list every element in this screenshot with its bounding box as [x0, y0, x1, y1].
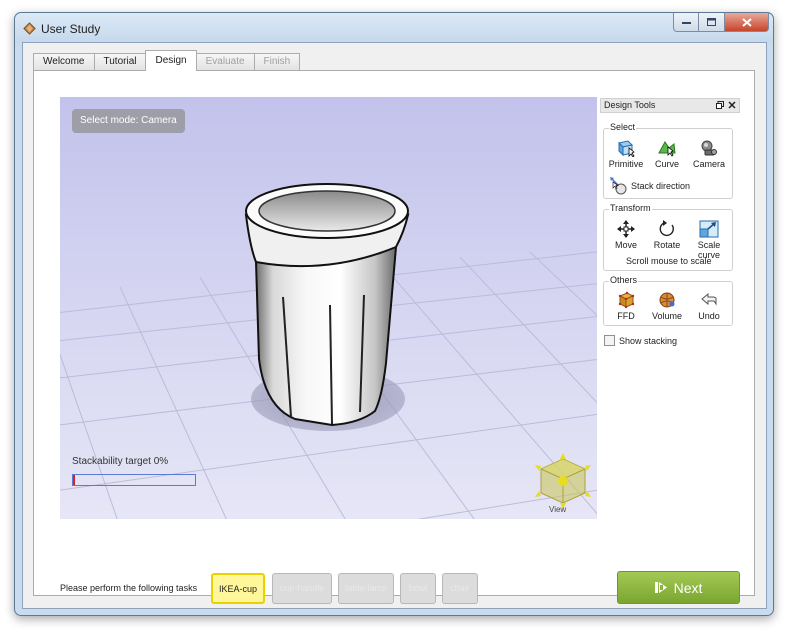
scale-curve-tool-button[interactable]: Scale curve — [687, 220, 731, 260]
float-icon[interactable] — [716, 101, 724, 110]
scroll-to-scale-hint: Scroll mouse to scale — [626, 256, 712, 266]
close-icon — [741, 17, 752, 27]
maximize-button[interactable] — [699, 13, 725, 32]
undo-icon — [701, 292, 717, 306]
curve-label: Curve — [654, 159, 679, 169]
ffd-icon — [618, 291, 635, 309]
move-label: Move — [614, 240, 637, 250]
design-tools-panel: Design Tools Select Primitive Curve Came… — [600, 98, 740, 358]
tab-welcome[interactable]: Welcome — [33, 53, 95, 70]
tab-tutorial[interactable]: Tutorial — [93, 53, 147, 70]
stackability-progress-fill — [73, 475, 75, 485]
design-tools-header: Design Tools — [600, 98, 740, 113]
minimize-button[interactable] — [673, 13, 699, 32]
show-stacking-checkbox[interactable] — [604, 335, 615, 346]
ffd-tool-button[interactable]: FFD — [604, 291, 648, 321]
cup-opening — [258, 190, 396, 232]
rotate-label: Rotate — [653, 240, 681, 250]
stack-direction-button[interactable]: Stack direction — [608, 176, 690, 196]
next-button-label: Next — [673, 579, 703, 596]
view-cube-icon[interactable] — [533, 453, 593, 509]
task-bowl: bowl — [400, 573, 436, 604]
3d-viewport[interactable]: Select mode: Camera Stackability target … — [60, 97, 597, 519]
title-bar[interactable]: User Study — [15, 13, 773, 43]
next-button[interactable]: Next — [617, 571, 740, 604]
curve-tool-button[interactable]: Curve — [645, 139, 689, 169]
select-mode-indicator: Select mode: Camera — [72, 109, 185, 133]
show-stacking-toggle[interactable]: Show stacking — [604, 335, 677, 346]
task-table-lamp: table-lamp — [338, 573, 394, 604]
scale-curve-icon — [699, 220, 719, 238]
camera-icon — [701, 140, 717, 156]
show-stacking-label: Show stacking — [619, 335, 678, 346]
next-icon — [654, 582, 667, 593]
design-tools-title: Design Tools — [604, 100, 656, 110]
design-tab-pane: Select mode: Camera Stackability target … — [33, 70, 755, 604]
ffd-label: FFD — [617, 311, 635, 321]
app-diamond-icon — [23, 22, 36, 35]
rotate-icon — [659, 220, 674, 237]
tab-evaluate: Evaluate — [195, 53, 255, 70]
stack-direction-icon — [610, 177, 627, 195]
tab-design[interactable]: Design — [145, 50, 197, 71]
transform-group: Transform Move Rotate Scale curve Scroll… — [603, 203, 733, 271]
close-window-button[interactable] — [725, 13, 769, 32]
primitive-tool-button[interactable]: Primitive — [604, 139, 648, 169]
close-icon[interactable] — [728, 101, 736, 109]
tab-bar: Welcome Tutorial Design Evaluate Finish — [33, 50, 301, 71]
window-controls — [673, 13, 769, 33]
others-group: Others FFD Volume Undo — [603, 275, 733, 326]
undo-label: Undo — [698, 311, 720, 321]
move-icon — [617, 220, 635, 238]
window-title: User Study — [41, 22, 101, 36]
volume-tool-button[interactable]: Volume — [645, 291, 689, 321]
cup-body — [254, 245, 398, 427]
stackability-label: Stackability target 0% — [72, 456, 169, 467]
view-label: View — [549, 505, 567, 514]
design-tools-header-buttons — [716, 99, 736, 112]
stackability-progress-bar — [72, 474, 196, 486]
minimize-icon — [681, 22, 691, 24]
select-group-title: Select — [609, 122, 637, 132]
curve-icon — [658, 141, 676, 157]
stack-direction-label: Stack direction — [631, 181, 691, 191]
volume-label: Volume — [651, 311, 683, 321]
task-chair: chair — [442, 573, 478, 604]
tasks-label: Please perform the following tasks — [60, 583, 198, 593]
task-ikea-cup[interactable]: IKEA-cup — [211, 573, 265, 604]
others-group-title: Others — [609, 275, 639, 285]
move-tool-button[interactable]: Move — [604, 220, 648, 250]
maximize-icon — [707, 18, 716, 26]
primitive-icon — [618, 140, 635, 157]
client-area: Welcome Tutorial Design Evaluate Finish — [22, 42, 767, 609]
camera-tool-button[interactable]: Camera — [687, 139, 731, 169]
app-window: User Study Welcome Tutorial Design Evalu… — [14, 12, 774, 616]
transform-group-title: Transform — [609, 203, 652, 213]
task-cup-handle: cup-handle — [272, 573, 332, 604]
volume-icon — [659, 292, 675, 308]
camera-label: Camera — [692, 159, 725, 169]
select-group: Select Primitive Curve Camera Stack dire… — [603, 122, 733, 199]
rotate-tool-button[interactable]: Rotate — [645, 220, 689, 250]
primitive-label: Primitive — [608, 159, 644, 169]
tab-finish: Finish — [253, 53, 301, 70]
undo-tool-button[interactable]: Undo — [687, 291, 731, 321]
